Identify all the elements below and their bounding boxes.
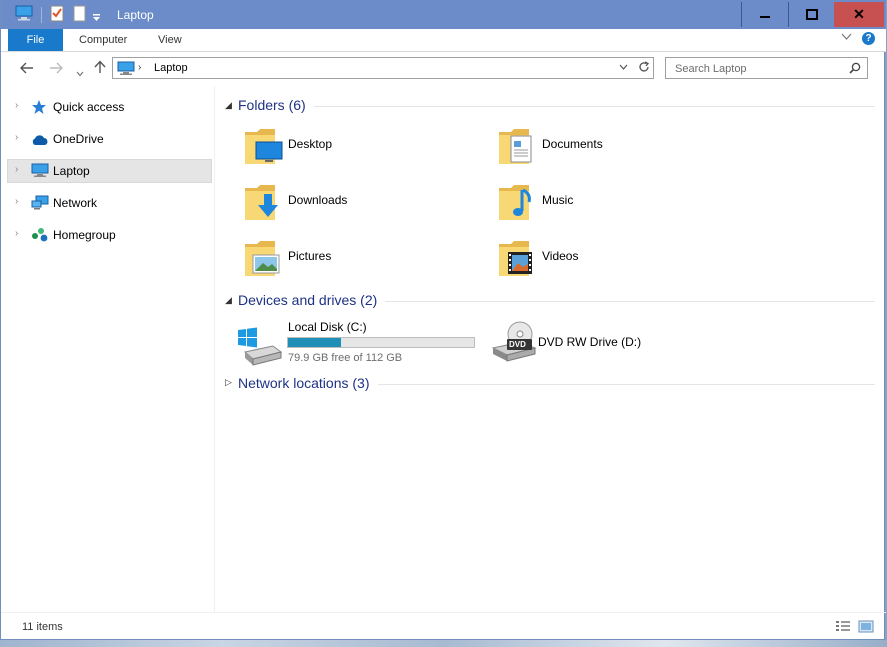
videos-folder-icon [495, 236, 537, 283]
close-button[interactable]: ✕ [834, 2, 884, 27]
navigation-bar: › Laptop Search Laptop [1, 52, 886, 86]
folder-label: Videos [542, 249, 579, 263]
chevron-right-icon[interactable]: › [15, 100, 18, 111]
folder-music[interactable]: Music [495, 178, 745, 226]
large-icons-view-icon[interactable] [858, 620, 874, 638]
group-title: Folders (6) [238, 97, 314, 113]
expand-ribbon-icon[interactable] [841, 32, 852, 44]
help-icon[interactable]: ? [862, 32, 875, 45]
up-button[interactable] [94, 60, 106, 77]
folder-videos[interactable]: Videos [495, 234, 745, 282]
sidebar-item-label: Network [53, 196, 98, 210]
group-header-devices[interactable]: ◢ Devices and drives (2) [225, 291, 875, 311]
collapse-triangle-icon[interactable]: ◢ [225, 100, 232, 111]
tab-computer[interactable]: Computer [79, 34, 127, 46]
folder-label: Downloads [288, 193, 348, 207]
sidebar-item-homegroup[interactable]: › Homegroup [7, 223, 212, 247]
content-pane: ◢ Folders (6) Desktop Documents Download… [215, 86, 884, 612]
close-icon: ✕ [853, 6, 865, 22]
folder-label: Documents [542, 137, 603, 151]
homegroup-icon [31, 227, 49, 248]
dvd-badge: DVD [509, 340, 526, 349]
computer-icon [117, 61, 135, 81]
properties-icon[interactable] [50, 5, 64, 27]
drive-dvd-rw-d[interactable]: DVD DVD RW Drive (D:) [491, 318, 741, 368]
search-box[interactable]: Search Laptop [665, 57, 868, 79]
folder-desktop[interactable]: Desktop [241, 122, 491, 170]
sidebar-item-label: OneDrive [53, 132, 104, 146]
breadcrumb-separator[interactable]: › [138, 62, 141, 73]
windows-drive-icon [237, 326, 283, 371]
minimize-button[interactable] [741, 2, 788, 27]
folder-label: Desktop [288, 137, 333, 151]
sidebar-item-label: Quick access [53, 100, 125, 114]
folder-label: Music [542, 193, 574, 207]
sidebar-item-quick-access[interactable]: › Quick access [7, 95, 212, 119]
toolbar-separator [41, 7, 42, 23]
cloud-icon [31, 133, 49, 151]
folder-pictures[interactable]: Pictures [241, 234, 491, 282]
new-folder-icon[interactable] [73, 5, 86, 27]
forward-button[interactable] [49, 61, 63, 77]
star-icon [31, 99, 47, 120]
computer-icon[interactable] [15, 5, 33, 26]
folder-documents[interactable]: Documents [495, 122, 745, 170]
search-icon[interactable] [849, 61, 861, 79]
sidebar-item-label: Homegroup [53, 228, 116, 242]
file-explorer-window: Laptop ✕ File Computer View ? › Laptop S… [0, 0, 886, 640]
status-bar: 11 items [1, 612, 886, 640]
breadcrumb-laptop[interactable]: Laptop [154, 62, 188, 74]
window-title: Laptop [117, 8, 154, 22]
recent-locations-dropdown[interactable] [76, 64, 84, 80]
chevron-right-icon[interactable]: › [15, 228, 18, 239]
sidebar-item-network[interactable]: › Network [7, 191, 212, 215]
group-title: Network locations (3) [238, 375, 378, 391]
group-header-folders[interactable]: ◢ Folders (6) [225, 96, 875, 116]
desktop-background [0, 640, 887, 647]
divider [238, 106, 875, 107]
disk-usage-bar [287, 337, 475, 348]
address-bar[interactable]: › Laptop [112, 57, 654, 79]
customize-dropdown-icon[interactable] [92, 9, 101, 27]
pictures-folder-icon [241, 236, 283, 283]
title-bar: Laptop ✕ [1, 0, 886, 29]
chevron-right-icon[interactable]: › [15, 132, 18, 143]
details-view-icon[interactable] [835, 620, 851, 638]
tab-file[interactable]: File [8, 29, 63, 51]
sidebar-item-onedrive[interactable]: › OneDrive [7, 127, 212, 151]
documents-folder-icon [495, 124, 537, 171]
drive-label: DVD RW Drive (D:) [538, 335, 642, 349]
drive-free-space: 79.9 GB free of 112 GB [288, 352, 403, 364]
group-title: Devices and drives (2) [238, 292, 386, 308]
group-header-network-locations[interactable]: ▷ Network locations (3) [225, 374, 875, 394]
folder-downloads[interactable]: Downloads [241, 178, 491, 226]
chevron-right-icon[interactable]: › [15, 196, 18, 207]
navigation-pane: › Quick access › OneDrive › Laptop › Net… [1, 86, 215, 612]
desktop-folder-icon [241, 124, 283, 171]
chevron-right-icon[interactable]: › [15, 164, 18, 175]
search-input[interactable]: Search Laptop [675, 63, 747, 75]
computer-icon [31, 163, 49, 183]
dvd-drive-icon: DVD [491, 320, 537, 369]
back-button[interactable] [20, 61, 34, 77]
tab-view[interactable]: View [158, 34, 182, 46]
music-folder-icon [495, 180, 537, 227]
disk-usage-fill [288, 338, 342, 347]
collapse-triangle-icon[interactable]: ◢ [225, 295, 232, 306]
address-dropdown-icon[interactable] [619, 62, 628, 73]
drive-label: Local Disk (C:) [288, 320, 367, 334]
downloads-folder-icon [241, 180, 283, 227]
ribbon-tabs: File Computer View ? [1, 29, 886, 52]
refresh-icon[interactable] [638, 61, 650, 76]
drive-local-disk-c[interactable]: Local Disk (C:) 79.9 GB free of 112 GB [238, 318, 491, 368]
item-count: 11 items [22, 621, 63, 633]
sidebar-item-laptop[interactable]: › Laptop [7, 159, 212, 183]
network-icon [31, 195, 49, 216]
maximize-button[interactable] [788, 2, 835, 27]
expand-triangle-icon[interactable]: ▷ [225, 377, 232, 388]
folder-label: Pictures [288, 249, 332, 263]
sidebar-item-label: Laptop [53, 164, 90, 178]
